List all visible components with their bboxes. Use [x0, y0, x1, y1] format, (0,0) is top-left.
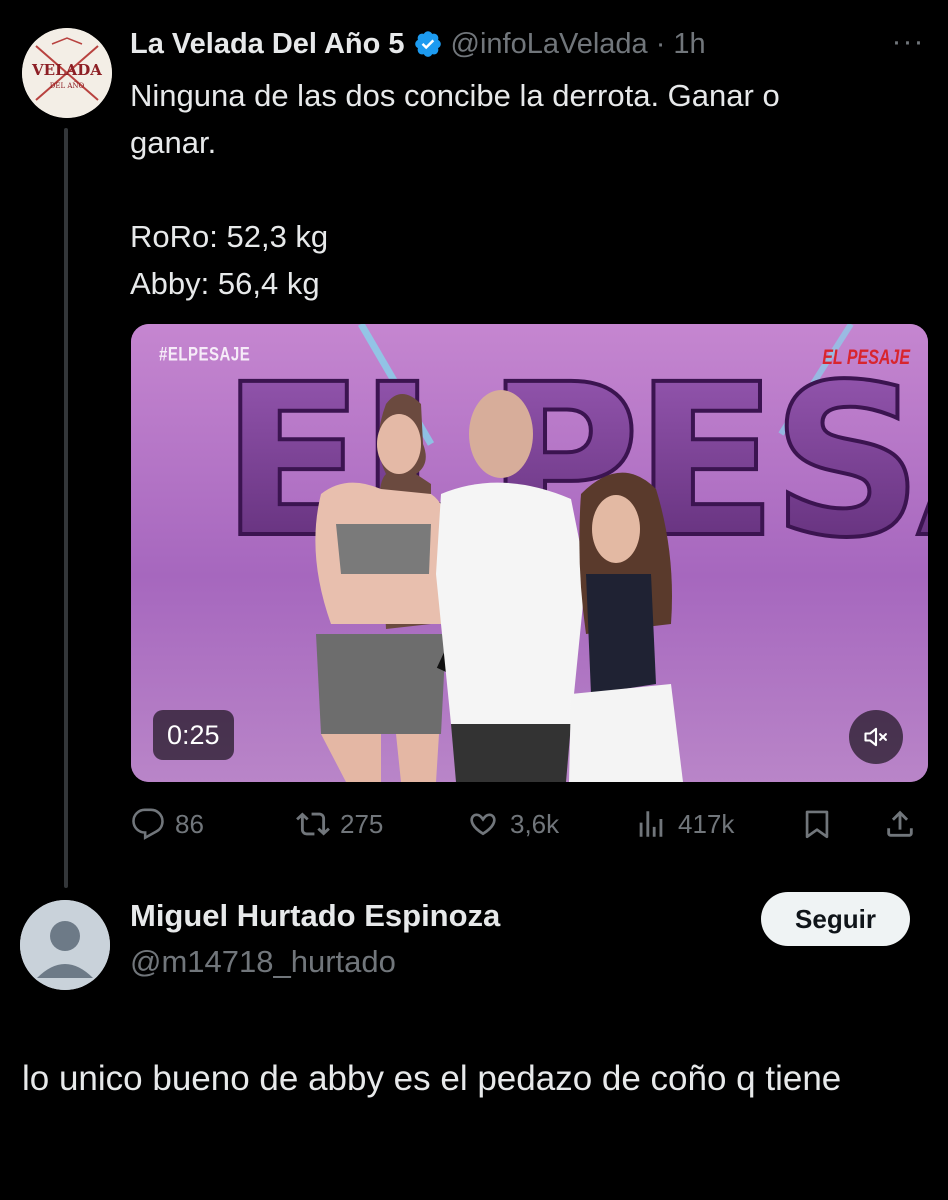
velada-logo-icon: VELADA DEL AÑO: [22, 28, 112, 118]
thread-connector-line: [64, 128, 68, 888]
meta-separator: ·: [655, 27, 666, 60]
share-icon: [887, 810, 913, 837]
video-duration: 0:25: [153, 710, 234, 760]
default-avatar-icon: [20, 900, 110, 990]
tweet-text-line: RoRo: 52,3 kg: [130, 219, 329, 254]
tweet-video[interactable]: ELPESAJE #ELPESAJE EL PESAJE 0:25: [131, 324, 928, 782]
reply-button[interactable]: 86: [131, 802, 204, 846]
verified-badge-icon: [413, 29, 443, 59]
views-count: 417k: [678, 808, 735, 839]
like-icon: [470, 813, 496, 836]
like-count: 3,6k: [510, 808, 560, 839]
velada-avatar[interactable]: VELADA DEL AÑO: [22, 28, 112, 118]
reply-author-name[interactable]: Miguel Hurtado Espinoza: [130, 898, 500, 934]
reply-avatar[interactable]: [20, 900, 110, 990]
retweet-icon: [296, 812, 330, 836]
tweet-text: Ninguna de las dos concibe la derrota. G…: [130, 72, 910, 307]
reply-count: 86: [175, 808, 204, 839]
author-handle[interactable]: @infoLaVelada: [451, 28, 648, 61]
video-frame: ELPESAJE: [131, 324, 928, 782]
reply-icon: [132, 808, 164, 840]
video-brand-overlay: EL PESAJE: [822, 347, 910, 370]
tweet-text-line: Ninguna de las dos concibe la derrota. G…: [130, 78, 780, 160]
author-name[interactable]: La Velada Del Año 5: [130, 28, 405, 61]
tweet-header: La Velada Del Año 5 @infoLaVelada · 1h: [130, 24, 706, 64]
bookmark-icon: [805, 810, 829, 839]
bookmark-button[interactable]: [800, 802, 834, 846]
reply-author-handle[interactable]: @m14718_hurtado: [130, 944, 396, 980]
retweet-count: 275: [340, 808, 384, 839]
share-button[interactable]: [883, 802, 917, 846]
retweet-button[interactable]: 275: [296, 802, 383, 846]
velada-logo-text: VELADA: [31, 61, 102, 79]
reply-text: lo unico bueno de abby es el pedazo de c…: [22, 1059, 842, 1098]
views-button[interactable]: 417k: [634, 802, 734, 846]
video-hashtag-overlay: #ELPESAJE: [159, 343, 251, 366]
mute-button[interactable]: [849, 710, 903, 764]
views-icon: [639, 811, 663, 837]
mute-icon: [864, 727, 887, 747]
velada-logo-subtext: DEL AÑO: [50, 81, 85, 90]
tweet-text-spacer: [130, 166, 910, 213]
tweet-timestamp[interactable]: 1h: [673, 28, 705, 61]
more-icon[interactable]: ···: [886, 27, 930, 64]
like-button[interactable]: 3,6k: [466, 802, 559, 846]
follow-button[interactable]: Seguir: [761, 892, 910, 946]
tweet-text-line: Abby: 56,4 kg: [130, 266, 320, 301]
